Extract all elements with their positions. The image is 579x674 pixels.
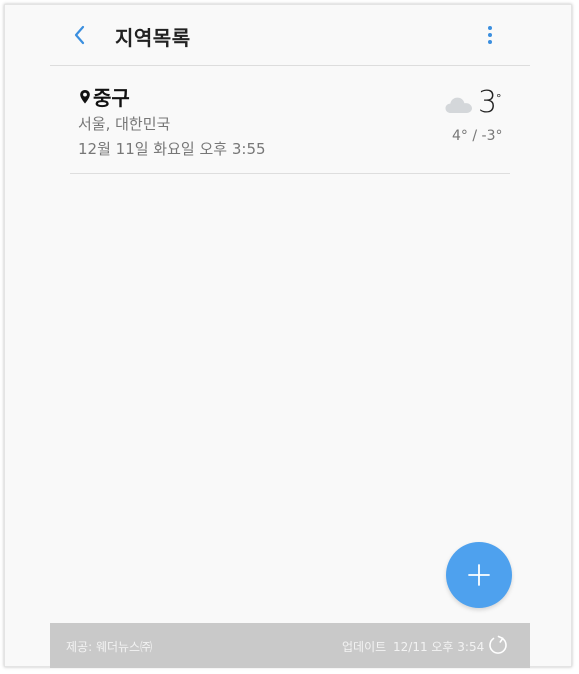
more-vertical-icon (488, 26, 492, 44)
provider-text: 제공: 웨더뉴스㈜ (66, 640, 153, 654)
location-list-item[interactable]: 중구 서울, 대한민국 12월 11일 화요일 오후 3:55 3 ° 4° /… (70, 67, 510, 174)
refresh-icon (489, 635, 507, 654)
temperature-unit: ° (496, 92, 502, 105)
app-bar: 지역목록 (50, 5, 530, 66)
location-city: 중구 (93, 86, 130, 110)
more-options-button[interactable] (482, 23, 498, 47)
location-pin-icon (80, 90, 90, 104)
app-screen: 지역목록 중구 서울, 대한민국 12월 11일 화요일 오후 3:55 3 °… (50, 5, 530, 668)
footer-bar: 제공: 웨더뉴스㈜ 업데이트 12/11 오후 3:54 (50, 623, 530, 668)
page-title: 지역목록 (115, 26, 191, 50)
refresh-button[interactable] (487, 635, 509, 657)
chevron-left-icon (74, 25, 85, 45)
add-location-button[interactable] (446, 542, 512, 608)
window-frame: 지역목록 중구 서울, 대한민국 12월 11일 화요일 오후 3:55 3 °… (4, 4, 572, 668)
plus-icon (468, 564, 490, 586)
current-temperature: 3 (478, 85, 497, 120)
update-time: 12/11 오후 3:54 (393, 640, 485, 654)
cloud-icon (445, 97, 472, 113)
location-region: 서울, 대한민국 (78, 115, 171, 133)
update-label: 업데이트 (342, 640, 387, 654)
back-button[interactable] (68, 23, 92, 47)
high-low-temperature: 4° / -3° (452, 128, 503, 144)
location-datetime: 12월 11일 화요일 오후 3:55 (78, 140, 266, 158)
